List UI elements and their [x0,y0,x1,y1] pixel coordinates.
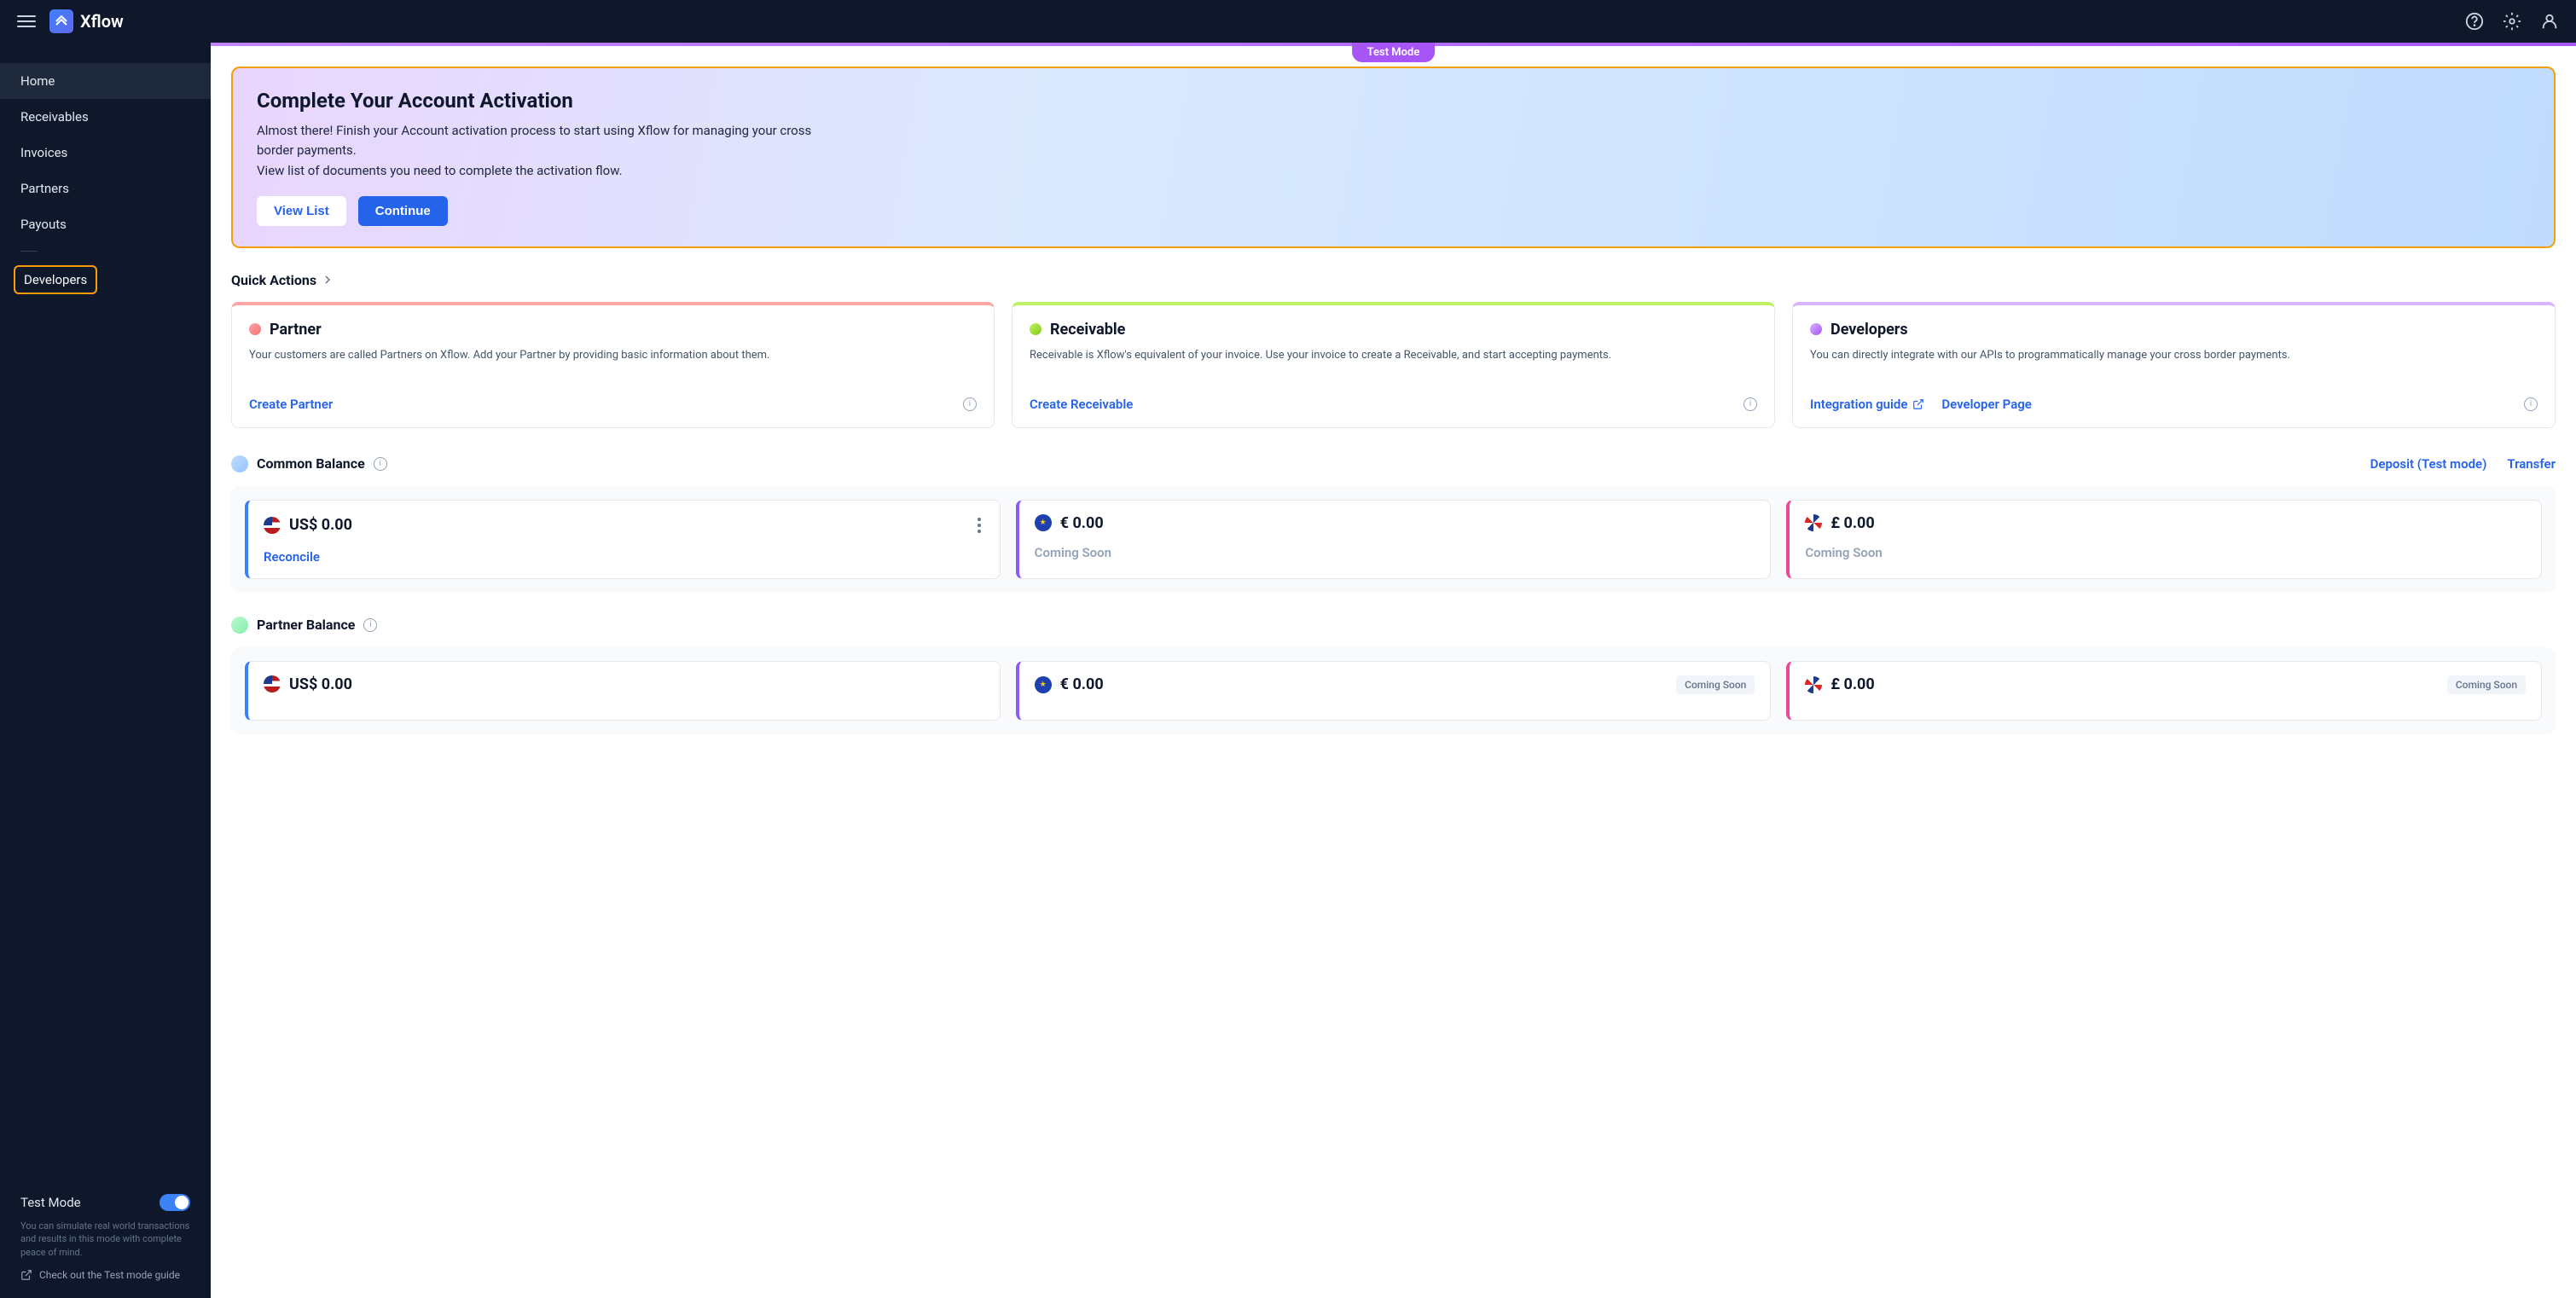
quick-actions-title: Quick Actions [231,272,316,288]
activation-title: Complete Your Account Activation [257,89,2530,113]
view-list-button[interactable]: View List [257,196,346,226]
nav-receivables[interactable]: Receivables [0,99,211,135]
balance-amount: US$ 0.00 [289,516,352,534]
app-header: Xflow [0,0,2576,43]
nav-invoices[interactable]: Invoices [0,135,211,171]
flag-us-icon [264,675,281,692]
dot-icon [1030,323,1041,335]
settings-icon[interactable] [2503,12,2521,31]
qa-title: Partner [270,321,322,339]
nav-home[interactable]: Home [0,63,211,99]
qa-desc: You can directly integrate with our APIs… [1810,347,2538,381]
dot-icon [1810,323,1822,335]
coming-soon-label: Coming Soon [1805,545,1882,560]
chevron-right-icon [323,275,332,284]
test-mode-toggle[interactable] [160,1194,190,1211]
brand-logo[interactable]: Xflow [49,9,124,33]
qa-desc: Your customers are called Partners on Xf… [249,347,977,381]
nav-partners[interactable]: Partners [0,171,211,206]
coming-soon-badge: Coming Soon [1676,675,1755,694]
external-link-icon [20,1269,32,1281]
balance-card-gbp: £ 0.00 Coming Soon [1786,500,2542,579]
deposit-link[interactable]: Deposit (Test mode) [2370,456,2487,472]
balance-card-gbp: £ 0.00 Coming Soon [1786,661,2542,721]
balance-amount: € 0.00 [1060,514,1104,532]
create-receivable-link[interactable]: Create Receivable [1030,397,1133,412]
balance-card-eur: ★ € 0.00 Coming Soon [1016,661,1772,721]
balance-amount: £ 0.00 [1830,514,1874,532]
profile-icon[interactable] [2540,12,2559,31]
developer-page-link[interactable]: Developer Page [1941,397,2031,412]
common-balance-panel: US$ 0.00 Reconcile ★ € 0.00 [231,486,2556,593]
info-icon[interactable]: i [2524,397,2538,411]
kebab-menu-icon[interactable] [974,514,984,536]
logo-icon [49,9,73,33]
common-balance-title: Common Balance [257,455,365,472]
info-icon[interactable]: i [963,397,977,411]
reconcile-link[interactable]: Reconcile [264,549,320,565]
flag-eu-icon: ★ [1035,514,1052,531]
test-mode-label: Test Mode [20,1195,81,1210]
activation-card: Complete Your Account Activation Almost … [231,67,2556,248]
qa-card-receivable: Receivable Receivable is Xflow's equival… [1012,302,1775,428]
partner-balance-panel: US$ 0.00 ★ € 0.00 Coming Soon [231,647,2556,734]
activation-desc-2: View list of documents you need to compl… [257,161,837,181]
help-icon[interactable] [2465,12,2484,31]
flag-us-icon [264,517,281,534]
test-mode-banner: Test Mode [211,43,2576,46]
qa-desc: Receivable is Xflow's equivalent of your… [1030,347,1757,381]
quick-actions-header[interactable]: Quick Actions [231,272,2556,288]
qa-title: Receivable [1050,321,1125,339]
flag-uk-icon [1805,514,1822,531]
balance-card-usd: US$ 0.00 [245,661,1001,721]
sidebar: Home Receivables Invoices Partners Payou… [0,43,211,1298]
nav-divider [20,251,38,252]
balance-amount: US$ 0.00 [289,675,352,693]
dot-icon [231,617,248,634]
dot-icon [249,323,261,335]
info-icon[interactable]: i [363,618,377,632]
flag-uk-icon [1805,676,1822,693]
qa-title: Developers [1830,321,1908,339]
nav-payouts[interactable]: Payouts [0,206,211,242]
qa-card-developers: Developers You can directly integrate wi… [1792,302,2556,428]
create-partner-link[interactable]: Create Partner [249,397,333,412]
continue-button[interactable]: Continue [358,196,448,226]
main-content: Test Mode Complete Your Account Activati… [211,43,2576,1298]
test-mode-description: You can simulate real world transactions… [20,1220,190,1259]
transfer-link[interactable]: Transfer [2507,456,2556,472]
dot-icon [231,455,248,472]
activation-desc-1: Almost there! Finish your Account activa… [257,121,837,159]
flag-eu-icon: ★ [1035,676,1052,693]
balance-amount: £ 0.00 [1830,675,1874,693]
integration-guide-link[interactable]: Integration guide [1810,397,1924,412]
balance-card-eur: ★ € 0.00 Coming Soon [1016,500,1772,579]
brand-name: Xflow [80,11,124,32]
partner-balance-title: Partner Balance [257,617,355,633]
balance-card-usd: US$ 0.00 Reconcile [245,500,1001,579]
balance-amount: € 0.00 [1060,675,1104,693]
menu-toggle-icon[interactable] [17,15,36,27]
coming-soon-badge: Coming Soon [2447,675,2526,694]
test-mode-guide-link[interactable]: Check out the Test mode guide [20,1269,190,1281]
external-link-icon [1912,398,1924,410]
test-mode-badge: Test Mode [1352,43,1436,62]
coming-soon-label: Coming Soon [1035,545,1111,560]
info-icon[interactable]: i [374,457,387,471]
info-icon[interactable]: i [1743,397,1757,411]
qa-card-partner: Partner Your customers are called Partne… [231,302,995,428]
nav-developers[interactable]: Developers [14,265,97,294]
